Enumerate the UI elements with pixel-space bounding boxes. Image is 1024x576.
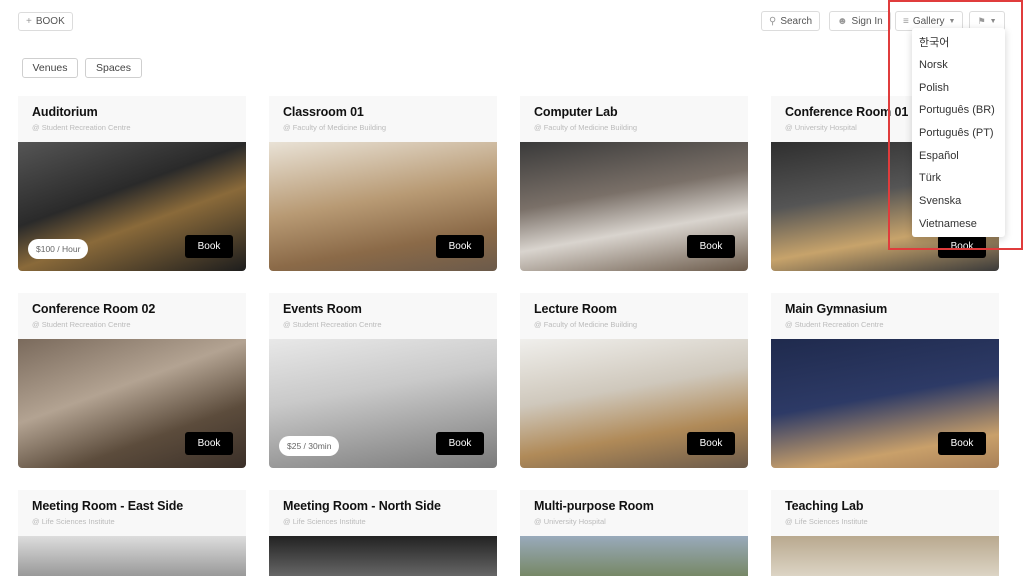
space-title[interactable]: Teaching Lab bbox=[785, 499, 985, 513]
language-flag-icon: ⚑ bbox=[977, 15, 986, 26]
space-photo[interactable]: Book bbox=[771, 339, 999, 468]
language-option[interactable]: Türk bbox=[912, 167, 1005, 190]
space-card[interactable]: Events Room @ Student Recreation Centre Bo… bbox=[269, 293, 497, 468]
space-location: @ University Hospital bbox=[534, 517, 606, 526]
space-card[interactable]: Main Gymnasium @ Student Recreation Centr… bbox=[771, 293, 999, 468]
space-title[interactable]: Computer Lab bbox=[534, 105, 734, 119]
space-card-header: Classroom 01 @ Faculty of Medicine Buildi… bbox=[269, 96, 497, 142]
spaces-label: Spaces bbox=[95, 62, 132, 74]
sign-in-button[interactable]: ☻ Sign In bbox=[829, 11, 891, 31]
list-icon: ≡ bbox=[903, 15, 909, 27]
book-button[interactable]: Book bbox=[687, 432, 735, 455]
search-label: Search bbox=[780, 15, 813, 27]
space-card-header: Meeting Room - North Side @ Life Sciences… bbox=[269, 490, 497, 536]
space-location: @ Student Recreation Centre bbox=[785, 320, 884, 329]
book-button[interactable]: Book bbox=[185, 432, 233, 455]
space-title[interactable]: Conference Room 02 bbox=[32, 302, 232, 316]
space-photo[interactable] bbox=[18, 536, 246, 576]
language-option[interactable]: Español bbox=[912, 144, 1005, 167]
chevron-down-icon: ▼ bbox=[948, 17, 956, 25]
chevron-down-icon: ▼ bbox=[989, 17, 997, 25]
space-photo[interactable] bbox=[269, 536, 497, 576]
book-button[interactable]: Book bbox=[687, 235, 735, 258]
space-title[interactable]: Auditorium bbox=[32, 105, 232, 119]
space-location: @ Faculty of Medicine Building bbox=[534, 123, 638, 132]
search-button[interactable]: ⚲ Search bbox=[761, 11, 821, 31]
user-icon: ☻ bbox=[837, 15, 848, 27]
space-photo[interactable]: Book bbox=[18, 339, 246, 468]
space-location: @ Faculty of Medicine Building bbox=[534, 320, 638, 329]
add-booking-button[interactable]: + BOOK bbox=[18, 12, 73, 31]
book-button[interactable]: Book bbox=[185, 235, 233, 258]
space-card[interactable]: Computer Lab @ Faculty of Medicine Buildi… bbox=[520, 96, 748, 271]
space-photo[interactable]: Book bbox=[520, 142, 748, 271]
language-menu: 한국어 Norsk Polish Português (BR) Português (P… bbox=[912, 28, 1005, 237]
space-title[interactable]: Lecture Room bbox=[534, 302, 734, 316]
space-location: @ Student Recreation Centre bbox=[283, 320, 382, 329]
space-photo[interactable]: Book bbox=[269, 142, 497, 271]
price-badge: $25 / 30min bbox=[279, 436, 340, 456]
space-card-header: Computer Lab @ Faculty of Medicine Buildi… bbox=[520, 96, 748, 142]
space-card-header: Main Gymnasium @ Student Recreation Centr… bbox=[771, 293, 999, 339]
sign-in-label: Sign In bbox=[851, 15, 883, 27]
search-icon: ⚲ bbox=[769, 15, 777, 27]
book-button[interactable]: Book bbox=[436, 432, 484, 455]
language-option[interactable]: Svenska bbox=[912, 190, 1005, 213]
space-card[interactable]: Lecture Room @ Faculty of Medicine Buildi… bbox=[520, 293, 748, 468]
space-location: @ Life Sciences Institute bbox=[283, 517, 366, 526]
space-card[interactable]: Classroom 01 @ Faculty of Medicine Buildi… bbox=[269, 96, 497, 271]
space-card-header: Auditorium @ Student Recreation Centre bbox=[18, 96, 246, 142]
language-option[interactable]: Norsk bbox=[912, 54, 1005, 77]
space-photo[interactable] bbox=[520, 536, 748, 576]
plus-icon: + bbox=[26, 16, 32, 27]
space-title[interactable]: Meeting Room - East Side bbox=[32, 499, 232, 513]
space-card[interactable]: Auditorium @ Student Recreation Centre Boo… bbox=[18, 96, 246, 271]
space-location: @ Faculty of Medicine Building bbox=[283, 123, 387, 132]
space-card-header: Multi-purpose Room @ University Hospital bbox=[520, 490, 748, 536]
space-card-header: Teaching Lab @ Life Sciences Institute bbox=[771, 490, 999, 536]
space-card[interactable]: Multi-purpose Room @ University Hospital bbox=[520, 490, 748, 576]
space-location: @ Student Recreation Centre bbox=[32, 123, 131, 132]
space-card-header: Events Room @ Student Recreation Centre bbox=[269, 293, 497, 339]
space-photo[interactable] bbox=[771, 536, 999, 576]
language-option[interactable]: Polish bbox=[912, 76, 1005, 99]
space-card[interactable]: Meeting Room - North Side @ Life Sciences… bbox=[269, 490, 497, 576]
space-card[interactable]: Teaching Lab @ Life Sciences Institute bbox=[771, 490, 999, 576]
book-button[interactable]: Book bbox=[938, 432, 986, 455]
space-title[interactable]: Events Room bbox=[283, 302, 483, 316]
space-location: @ Life Sciences Institute bbox=[32, 517, 115, 526]
language-option[interactable]: Português (PT) bbox=[912, 122, 1005, 145]
space-card-header: Lecture Room @ Faculty of Medicine Buildi… bbox=[520, 293, 748, 339]
space-title[interactable]: Meeting Room - North Side bbox=[283, 499, 483, 513]
space-title[interactable]: Main Gymnasium bbox=[785, 302, 985, 316]
spaces-filter-button[interactable]: Spaces bbox=[85, 58, 142, 78]
book-button[interactable]: Book bbox=[436, 235, 484, 258]
view-mode-label: Gallery bbox=[912, 15, 945, 27]
language-option[interactable]: 한국어 bbox=[912, 31, 1005, 54]
space-location: @ Student Recreation Centre bbox=[32, 320, 131, 329]
language-option[interactable]: Português (BR) bbox=[912, 99, 1005, 122]
space-card-header: Meeting Room - East Side @ Life Sciences … bbox=[18, 490, 246, 536]
price-badge: $100 / Hour bbox=[28, 239, 89, 259]
space-location: @ Life Sciences Institute bbox=[785, 517, 868, 526]
space-title[interactable]: Multi-purpose Room bbox=[534, 499, 734, 513]
space-title[interactable]: Classroom 01 bbox=[283, 105, 483, 119]
language-option[interactable]: Vietnamese bbox=[912, 213, 1005, 236]
space-photo[interactable]: Book $25 / 30min bbox=[269, 339, 497, 468]
add-booking-label: BOOK bbox=[35, 16, 65, 27]
venues-filter-button[interactable]: Venues bbox=[22, 58, 78, 78]
venues-label: Venues bbox=[32, 62, 68, 74]
space-photo[interactable]: Book bbox=[520, 339, 748, 468]
space-card[interactable]: Conference Room 02 @ Student Recreation C… bbox=[18, 293, 246, 468]
book-button[interactable]: Book bbox=[938, 235, 986, 258]
space-card-header: Conference Room 02 @ Student Recreation C… bbox=[18, 293, 246, 339]
space-card[interactable]: Meeting Room - East Side @ Life Sciences … bbox=[18, 490, 246, 576]
space-photo[interactable]: Book $100 / Hour bbox=[18, 142, 246, 271]
